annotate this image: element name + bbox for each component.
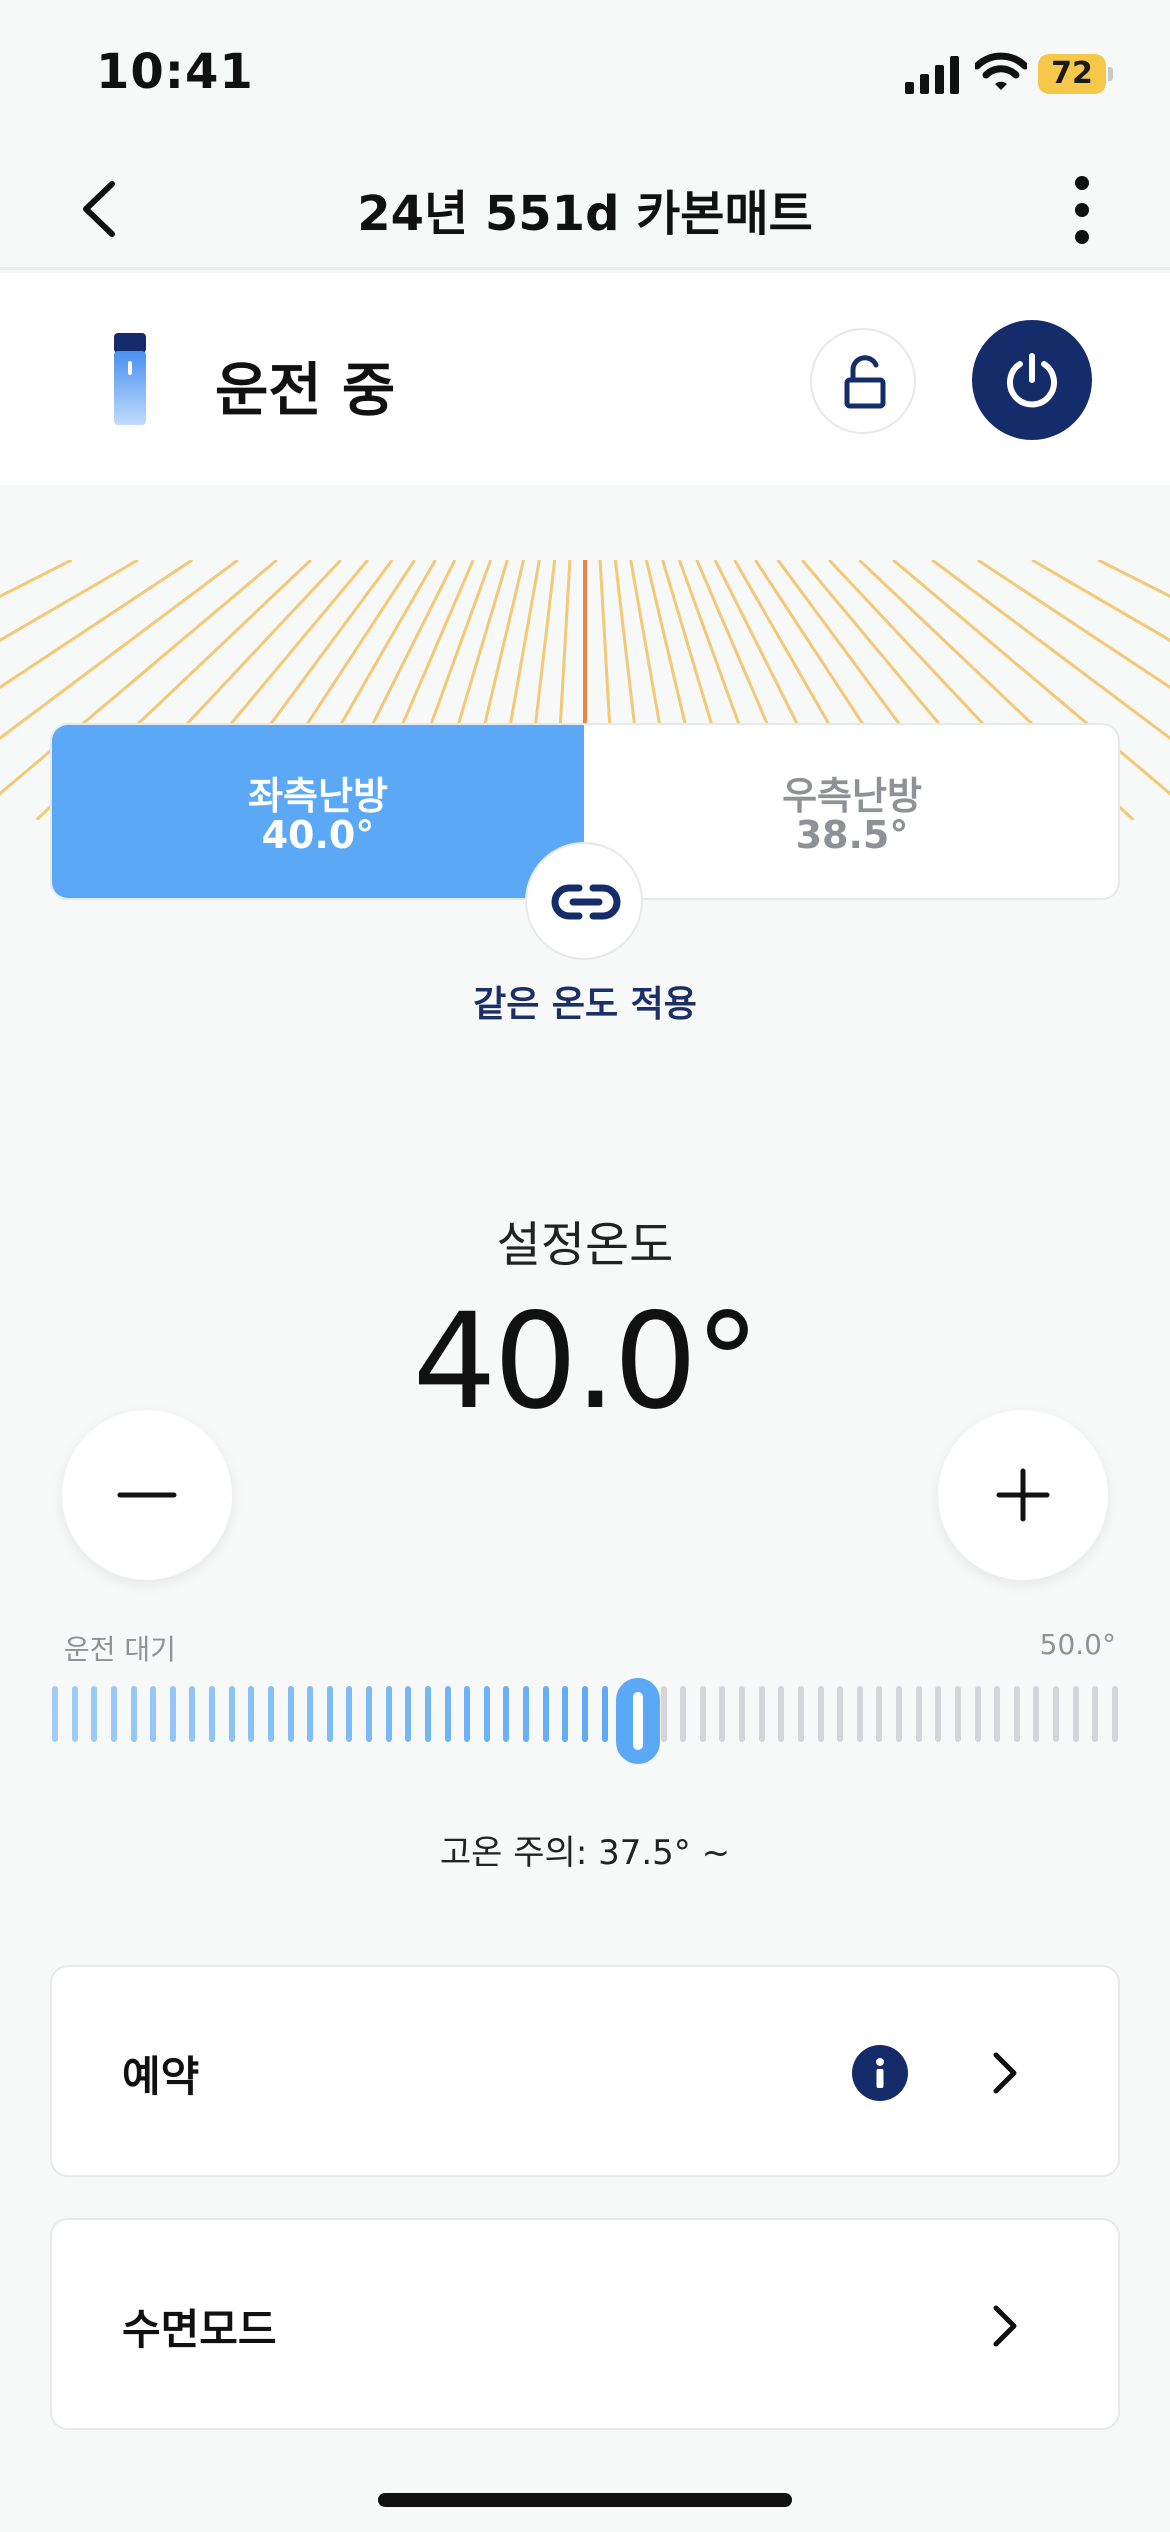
slider-tick [915,1686,922,1742]
slider-tick [346,1686,353,1742]
zone-right-name: 우측난방 [782,774,922,818]
slider-tick [287,1686,294,1742]
slider-tick [464,1686,471,1742]
slider-tick [366,1686,373,1742]
slider-tick [444,1686,451,1742]
slider-tick [954,1686,961,1742]
slider-tick [1033,1686,1040,1742]
slider-tick [562,1686,569,1742]
slider-tick [856,1686,863,1742]
slider-tick [994,1686,1001,1742]
power-icon [1007,353,1057,408]
device-status-row: 운전 중 [0,273,1170,485]
operation-status: 운전 중 [215,356,396,424]
chevron-right-icon [993,2305,1017,2347]
slider-tick [130,1686,137,1742]
slider-tick [228,1686,235,1742]
slider-tick [71,1686,78,1742]
slider-tick [307,1686,314,1742]
slider-tick [405,1686,412,1742]
slider-tick [837,1686,844,1742]
cellular-signal-icon [905,56,959,94]
page-title: 24년 551d 카본매트 [357,186,813,242]
zone-left-tab[interactable]: 좌측난방 40.0° [52,725,584,898]
slider-thumb[interactable] [616,1678,660,1764]
slider-tick [209,1686,216,1742]
slider-tick [91,1686,98,1742]
status-bar: 10:41 72 [0,0,1170,140]
device-icon [114,333,146,425]
zone-right-temp: 38.5° [795,813,909,857]
slider-tick [699,1686,706,1742]
power-button[interactable] [972,320,1092,440]
slider-tick [267,1686,274,1742]
slider-tick [935,1686,942,1742]
slider-tick [601,1686,608,1742]
link-zones-button[interactable] [525,842,643,960]
slider-tick [523,1686,530,1742]
nav-bar: 24년 551d 카본매트 [0,150,1170,270]
wifi-icon [975,52,1027,90]
link-icon [551,884,621,920]
slider-tick [110,1686,117,1742]
plus-icon [996,1468,1050,1522]
slider-tick [758,1686,765,1742]
setpoint-label: 설정온도 [496,1217,674,1273]
increase-temp-button[interactable] [938,1410,1108,1580]
slider-tick [52,1686,58,1742]
slider-tick [582,1686,588,1742]
slider-tick [385,1686,392,1742]
high-temp-warning: 고온 주의: 37.5° ~ [439,1833,731,1873]
zone-left-name: 좌측난방 [248,774,388,818]
slider-tick [680,1686,687,1742]
setpoint-value: 40.0° [412,1285,761,1439]
temperature-slider[interactable] [52,1678,1118,1764]
slider-tick [719,1686,726,1742]
slider-tick [797,1686,804,1742]
slider-tick [974,1686,981,1742]
slider-tick [503,1686,510,1742]
menu-item-reservation[interactable]: 예약 [50,1965,1120,2177]
menu-item-sleep-mode[interactable]: 수면모드 [50,2218,1120,2430]
slider-tick [817,1686,824,1742]
menu-item-label: 수면모드 [122,2305,277,2354]
slider-tick [150,1686,157,1742]
slider-min-label: 운전 대기 [64,1633,176,1666]
chevron-right-icon [993,2052,1017,2094]
screen: 10:41 72 24년 551d 카본매트 운전 중 좌측난방 40.0° 우… [0,0,1170,2532]
more-vertical-icon[interactable] [1060,170,1104,250]
slider-tick [1053,1686,1060,1742]
battery-percent: 72 [1051,56,1093,91]
zone-left-temp: 40.0° [261,813,375,857]
slider-tick [189,1686,196,1742]
slider-tick [248,1686,255,1742]
slider-tick [169,1686,176,1742]
slider-tick [424,1686,431,1742]
menu-item-label: 예약 [122,2052,200,2101]
lock-button[interactable] [810,328,916,434]
slider-tick [326,1686,333,1742]
slider-tick [1092,1686,1099,1742]
zone-right-tab[interactable]: 우측난방 38.5° [584,725,1118,898]
slider-tick [778,1686,785,1742]
slider-tick [483,1686,490,1742]
slider-tick [1013,1686,1020,1742]
slider-max-label: 50.0° [1039,1628,1116,1661]
status-time: 10:41 [96,44,254,100]
home-indicator[interactable] [378,2493,792,2507]
decrease-temp-button[interactable] [62,1410,232,1580]
unlock-icon [844,355,886,409]
info-icon[interactable] [852,2045,908,2101]
slider-tick [1112,1686,1118,1742]
minus-icon [117,1492,177,1498]
slider-tick [660,1686,667,1742]
slider-tick [876,1686,883,1742]
slider-tick [739,1686,746,1742]
battery-indicator: 72 [1038,54,1113,94]
slider-tick [1072,1686,1079,1742]
slider-tick [542,1686,549,1742]
chevron-left-icon[interactable] [70,174,130,244]
same-temp-label[interactable]: 같은 온도 적용 [385,975,785,1027]
slider-tick [896,1686,903,1742]
